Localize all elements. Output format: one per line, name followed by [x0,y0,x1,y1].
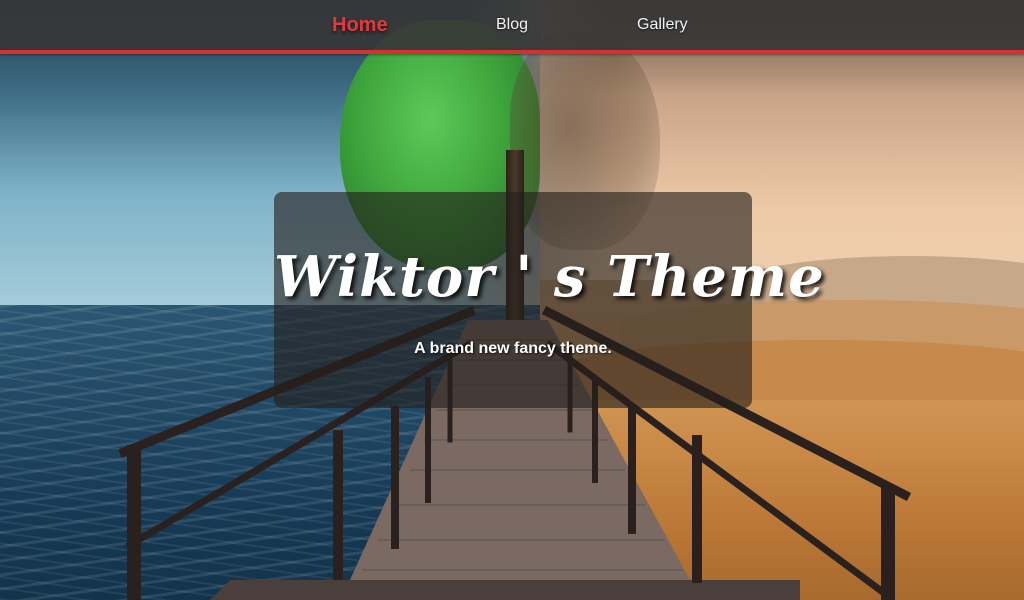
top-navigation-bar: Home Blog Gallery [0,0,1024,50]
nav-link-gallery[interactable]: Gallery [637,0,688,50]
hero-banner: Wiktor ' s Theme A brand new fancy theme… [274,192,825,408]
nav-accent-underline [0,50,1024,54]
site-tagline: A brand new fancy theme. [414,340,612,357]
nav-link-blog[interactable]: Blog [496,0,528,50]
site-title: Wiktor ' s Theme [274,244,825,310]
nav-link-home[interactable]: Home [332,0,388,50]
